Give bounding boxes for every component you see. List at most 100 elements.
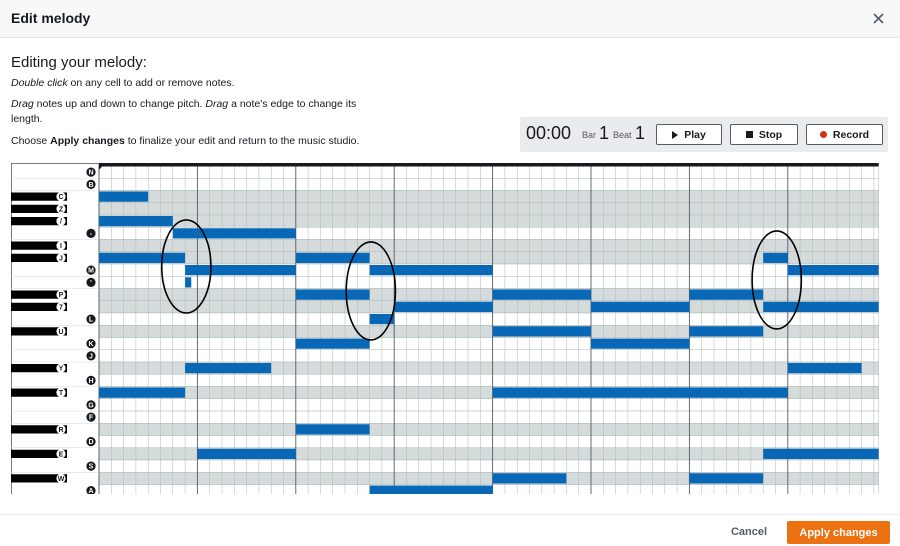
grid-row bbox=[98, 423, 879, 436]
melody-note bbox=[369, 265, 493, 276]
instruction-line-2: Drag notes up and down to change pitch. … bbox=[11, 97, 361, 127]
melody-note bbox=[99, 191, 149, 202]
grid-row bbox=[98, 435, 879, 448]
grid-row bbox=[98, 459, 879, 473]
key-label: L bbox=[89, 317, 94, 324]
instruction-emphasis: Drag bbox=[11, 98, 34, 110]
key-label: N bbox=[88, 170, 93, 177]
record-icon bbox=[819, 131, 827, 138]
grid-row bbox=[98, 374, 879, 387]
record-button[interactable]: Record bbox=[806, 124, 883, 145]
close-button[interactable] bbox=[866, 6, 890, 30]
cancel-button[interactable]: Cancel bbox=[722, 526, 776, 542]
key-label: J bbox=[89, 353, 93, 360]
key-label: A bbox=[88, 488, 93, 494]
key-label: C bbox=[58, 194, 63, 201]
stop-icon bbox=[745, 131, 753, 138]
grid-row bbox=[98, 251, 879, 265]
key-label: I bbox=[60, 243, 62, 250]
key-label: E bbox=[59, 451, 64, 458]
key-label: Y bbox=[59, 366, 64, 373]
grid-row bbox=[98, 214, 879, 228]
key-label: S bbox=[89, 464, 94, 471]
key-label: H bbox=[88, 378, 93, 385]
beat-label: Beat bbox=[613, 130, 632, 140]
grid-row bbox=[98, 178, 879, 191]
instruction-line-3: Choose Apply changes to finalize your ed… bbox=[11, 134, 361, 149]
melody-note bbox=[295, 252, 370, 263]
melody-note bbox=[99, 252, 186, 263]
melody-note bbox=[492, 387, 788, 398]
instructions-heading: Editing your melody: bbox=[11, 54, 147, 71]
key-label: B bbox=[88, 182, 93, 189]
key-label: T bbox=[59, 390, 64, 397]
grid-row bbox=[98, 337, 879, 350]
key-label: D bbox=[88, 439, 93, 446]
close-icon bbox=[872, 12, 884, 24]
instruction-line-1: Double click on any cell to add or remov… bbox=[11, 76, 361, 91]
grid-row bbox=[98, 398, 879, 412]
melody-note bbox=[295, 289, 370, 300]
key-label: 7 bbox=[59, 304, 63, 311]
melody-note bbox=[689, 326, 764, 337]
key-label: P bbox=[59, 292, 64, 299]
grid-row bbox=[98, 276, 879, 289]
key-label: R bbox=[58, 427, 63, 434]
key-label: U bbox=[58, 329, 63, 336]
stop-label: Stop bbox=[758, 128, 783, 141]
melody-note bbox=[295, 424, 370, 435]
instruction-text: notes up and down to change pitch. bbox=[33, 98, 206, 110]
modal-header: Edit melody bbox=[0, 0, 900, 38]
grid-row bbox=[98, 190, 879, 203]
melody-note bbox=[763, 301, 879, 312]
transport-toolbar: 00:00 Bar 1 Beat 1 Play Stop Record bbox=[520, 117, 888, 152]
beat-value: 1 bbox=[635, 123, 646, 143]
modal-title: Edit melody bbox=[11, 10, 91, 26]
grid-row bbox=[98, 410, 879, 424]
melody-note bbox=[185, 277, 192, 288]
melody-note bbox=[492, 326, 591, 337]
key-label: G bbox=[88, 402, 94, 409]
instruction-emphasis: Double click bbox=[11, 77, 68, 89]
key-label: W bbox=[58, 476, 65, 483]
key-label: J bbox=[59, 255, 63, 262]
melody-note bbox=[763, 448, 879, 459]
grid-row bbox=[98, 349, 879, 363]
melody-note bbox=[185, 363, 272, 374]
melody-note bbox=[185, 265, 296, 276]
stop-button[interactable]: Stop bbox=[730, 124, 798, 145]
record-label: Record bbox=[832, 128, 870, 141]
time-display: 00:00 bbox=[526, 123, 572, 143]
piano-roll-canvas: NBCZ/-IJM'P7LUKJYHTGFRDESWA bbox=[11, 163, 879, 494]
melody-note bbox=[197, 448, 296, 459]
piano-roll: N B C Z / - I J M ' P 7 L U K J Y H T G F R D E S W A bbox=[11, 163, 879, 494]
bar-label: Bar bbox=[582, 130, 597, 140]
play-icon bbox=[672, 130, 679, 139]
instruction-emphasis: Drag bbox=[205, 98, 229, 110]
melody-note bbox=[787, 363, 862, 374]
melody-note bbox=[369, 485, 493, 494]
key-label: K bbox=[88, 341, 93, 348]
instruction-text: on any cell to add or remove notes. bbox=[67, 77, 235, 89]
grid-row bbox=[98, 202, 879, 216]
melody-note bbox=[99, 216, 173, 227]
play-label: Play bbox=[684, 128, 706, 141]
apply-changes-button[interactable]: Apply changes bbox=[787, 521, 890, 544]
key-label: F bbox=[89, 415, 94, 422]
melody-note bbox=[394, 301, 493, 312]
key-label: M bbox=[88, 268, 94, 275]
instruction-text: to finalize your edit and return to the … bbox=[124, 135, 360, 147]
melody-note bbox=[763, 252, 788, 263]
instruction-text: Choose bbox=[11, 135, 51, 147]
bar-value: 1 bbox=[599, 123, 610, 143]
instruction-strong: Apply changes bbox=[50, 135, 125, 147]
melody-note bbox=[591, 301, 690, 312]
melody-note bbox=[492, 289, 591, 300]
melody-note bbox=[172, 228, 296, 239]
melody-note bbox=[99, 387, 186, 398]
play-button[interactable]: Play bbox=[656, 124, 722, 145]
grid-row bbox=[98, 165, 879, 179]
key-label: / bbox=[60, 219, 62, 226]
melody-note bbox=[689, 473, 764, 484]
melody-note bbox=[295, 338, 370, 349]
